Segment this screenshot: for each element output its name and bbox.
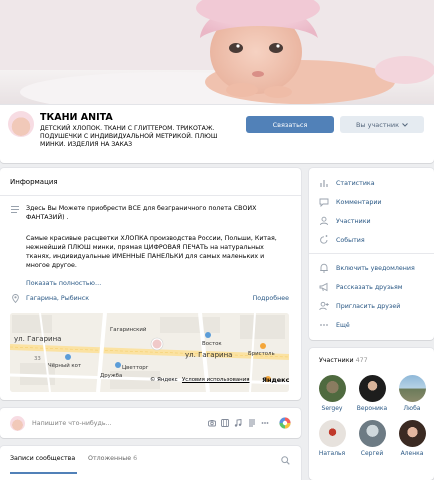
menu-item-more[interactable]: Ещё [319,319,350,331]
menu-item-share[interactable]: Рассказать друзьям [319,281,403,293]
map-label: Чёрный кот [48,363,82,369]
menu-item-notifications[interactable]: Включить уведомления [319,262,415,274]
divider [0,195,301,196]
map-label: Дружба [100,373,123,379]
color-theme-icon[interactable] [279,417,291,429]
avatar [318,420,346,447]
avatar [398,375,426,402]
menu-item-label: Рассказать друзьям [336,283,403,291]
more-attachments-icon[interactable] [261,419,269,427]
map-label: Цветторг [122,365,149,371]
map-label: 33 [34,356,41,362]
map-terms-link[interactable]: Условия использования [182,377,249,383]
avatar [10,416,25,431]
member-item[interactable]: Вероника [352,375,392,412]
group-header: ТКАНИ ANITA ДЕТСКИЙ ХЛОПОК. ТКАНИ С ГЛИТ… [0,105,434,163]
comment-icon [319,198,329,207]
menu-item-events[interactable]: События [319,234,365,246]
member-name: Сергей [360,450,384,457]
menu-item-label: Участники [336,217,371,225]
member-name: Наталья [318,450,346,457]
info-title: Информация [10,178,58,186]
menu-item-label: Комментарии [336,198,382,206]
map-label: Восток [202,341,222,347]
chevron-down-icon [402,122,408,127]
member-name: Аленка [400,450,424,457]
group-actions-menu: Статистика Комментарии Участники События… [309,168,434,340]
group-description: ДЕТСКИЙ ХЛОПОК. ТКАНИ С ГЛИТТЕРОМ. ТРИКО… [40,125,218,148]
group-title: ТКАНИ ANITA [40,112,113,123]
wall-tabs: Записи сообщества Отложенные 6 [0,446,301,480]
description-icon [11,206,19,215]
user-icon [320,216,328,226]
info-text-2: Самые красивые расцветки ХЛОПКА производ… [26,235,277,269]
map-label: ул. Гагарина [14,335,62,343]
menu-item-comments[interactable]: Комментарии [319,196,382,208]
contact-button[interactable]: Связаться [246,116,334,133]
tab-scheduled-label: Отложенные [88,455,132,462]
event-icon [320,235,328,244]
menu-item-label: Включить уведомления [336,264,415,272]
member-name: Люба [403,405,421,412]
member-button[interactable]: Вы участник [340,116,424,133]
map-label: Гагаринский [110,327,147,333]
member-item[interactable]: Наталья [312,420,352,457]
member-button-label: Вы участник [355,120,400,129]
user-plus-icon [319,301,329,311]
post-composer: Напишите что-нибудь... [0,408,301,438]
members-title[interactable]: Участники 477 [319,357,368,364]
megaphone-icon [319,282,328,292]
baby-photo [0,0,434,105]
avatar [358,375,386,402]
camera-icon[interactable] [208,419,216,427]
location-pin-icon [12,294,19,303]
post-input[interactable]: Напишите что-нибудь... [32,420,112,427]
bell-icon [320,263,328,273]
members-title-label: Участники [319,357,354,364]
member-item[interactable]: Sergey [312,375,352,412]
avatar [358,420,386,447]
menu-item-label: События [336,236,365,244]
more-icon [320,324,328,326]
member-item[interactable]: Люба [392,375,432,412]
search-icon[interactable] [281,456,290,465]
video-icon[interactable] [221,419,229,427]
show-more-link[interactable]: Показать полностью… [26,280,101,287]
member-name: Sergey [321,405,343,412]
tab-scheduled-count: 6 [133,455,138,462]
member-item[interactable]: Сергей [352,420,392,457]
avatar [398,420,426,447]
divider [309,253,434,254]
yandex-logo: Яндекс [262,376,289,384]
map-label: Бристоль [248,351,275,357]
menu-item-label: Статистика [336,179,375,187]
info-text-1: Здесь Вы Можете приобрести ВСЕ для безгр… [26,205,257,221]
menu-item-members[interactable]: Участники [319,215,371,227]
member-name: Вероника [356,405,388,412]
map-copyright: © Яндекс [150,377,178,383]
members-block: Участники 477 Sergey Вероника Люба Натал… [309,348,434,480]
info-block: Информация Здесь Вы Можете приобрести ВС… [0,168,301,400]
map-label: ул. Гагарина [185,351,233,359]
tab-community-posts[interactable]: Записи сообщества [10,455,75,462]
menu-item-statistics[interactable]: Статистика [319,177,375,189]
music-icon[interactable] [234,419,242,427]
group-avatar[interactable] [8,111,34,137]
map[interactable]: Гагаринский ул. Гагарина ул. Гагарина Во… [10,313,289,392]
menu-item-label: Ещё [336,321,350,329]
chart-icon [320,180,328,187]
cover-image [0,0,434,105]
details-link[interactable]: Подробнее [252,295,289,302]
article-icon[interactable] [248,419,256,427]
members-count: 477 [355,357,368,364]
active-tab-indicator [10,472,77,474]
avatar [318,375,346,402]
menu-item-label: Пригласить друзей [336,302,401,310]
address-link[interactable]: Гагарина, Рыбинск [26,295,89,302]
member-item[interactable]: Аленка [392,420,432,457]
tab-scheduled[interactable]: Отложенные 6 [88,455,137,462]
menu-item-invite[interactable]: Пригласить друзей [319,300,400,312]
